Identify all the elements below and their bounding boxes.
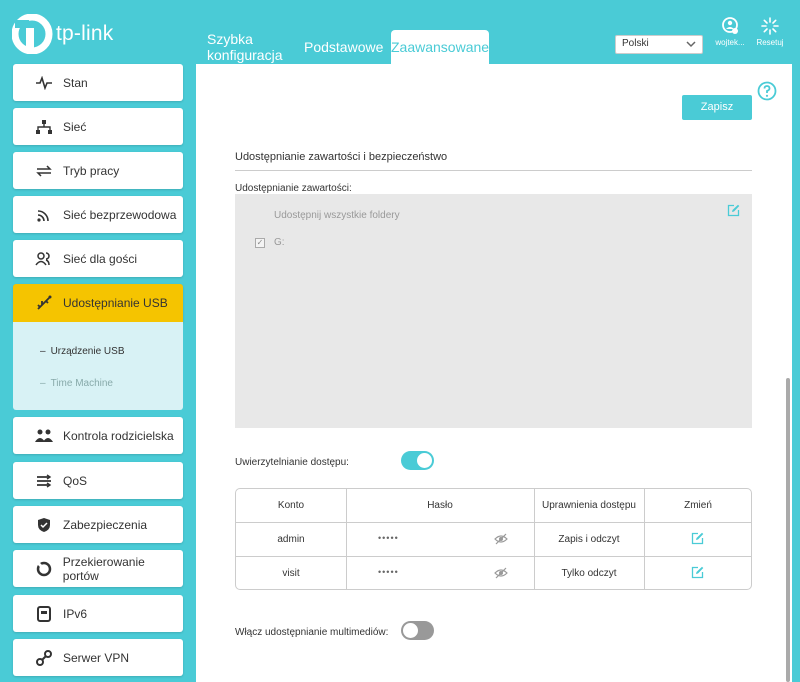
sidebar-item-qos[interactable]: QoS (13, 462, 183, 499)
save-button[interactable]: Zapisz (682, 95, 752, 120)
row2-access: Tylko odczyt (561, 568, 617, 579)
row2-account: visit (282, 568, 300, 579)
subitem-label: Urządzenie USB (50, 346, 125, 357)
sidebar-item-label: Sieć bezprzewodowa (63, 207, 177, 222)
section-title: Udostępnianie zawartości i bezpieczeństw… (235, 151, 448, 163)
sidebar-item-label: Tryb pracy (63, 163, 120, 178)
row1-account: admin (277, 534, 305, 545)
edit-icon[interactable] (727, 204, 740, 217)
sidebar-item-label: Przekierowanie portów (62, 554, 145, 583)
sidebar-item-guest-network[interactable]: Sieć dla gości (13, 240, 183, 277)
tab-advanced[interactable]: Zaawansowane (391, 30, 489, 64)
vpn-icon (33, 647, 55, 669)
sidebar-subitem-time-machine[interactable]: – Time Machine (40, 378, 113, 389)
sidebar-item-label: Zabezpieczenia (63, 517, 148, 532)
network-icon (33, 116, 55, 138)
pulse-icon (33, 72, 55, 94)
guests-icon (33, 248, 55, 270)
reset-icon (761, 17, 779, 35)
edit-icon[interactable] (691, 566, 704, 579)
row2-password: ••••• (378, 567, 399, 577)
qos-icon (33, 470, 55, 492)
sidebar-item-usb-sharing[interactable]: Udostępnianie USB (13, 284, 183, 322)
content-sharing-label: Udostępnianie zawartości: (235, 183, 352, 194)
language-value: Polski (622, 38, 649, 49)
tab-quick-setup[interactable]: Szybka konfiguracja (207, 31, 287, 63)
reset-label: Resetuj (756, 38, 784, 47)
scrollbar[interactable] (786, 378, 790, 682)
usb-icon (33, 292, 55, 314)
tab-basic[interactable]: Podstawowe (304, 39, 383, 55)
header-edit: Zmień (684, 500, 712, 511)
drive-checkbox[interactable]: ✓ (255, 238, 265, 248)
media-sharing-toggle[interactable] (401, 621, 434, 640)
header-password: Hasło (427, 500, 453, 511)
shared-folders-box (235, 194, 752, 428)
sidebar-item-label: Sieć dla gości (63, 251, 138, 266)
sidebar-item-label: IPv6 (63, 606, 88, 621)
help-icon[interactable] (757, 81, 777, 101)
forward-icon (33, 558, 55, 580)
auth-label: Uwierzytelnianie dostępu: (235, 457, 349, 468)
sidebar-item-wireless[interactable]: Sieć bezprzewodowa (13, 196, 183, 233)
user-account-button[interactable]: wojtek... (710, 16, 750, 47)
sidebar-item-label: Serwer VPN (63, 650, 130, 665)
parental-icon (33, 425, 55, 447)
sidebar-item-label: Kontrola rodzicielska (63, 428, 174, 443)
sidebar-item-label: Udostępnianie USB (63, 296, 168, 310)
sidebar-item-label: QoS (63, 473, 88, 488)
row1-password: ••••• (378, 533, 399, 543)
chevron-down-icon (686, 41, 696, 48)
language-select[interactable]: Polski (615, 35, 703, 54)
sidebar-item-status[interactable]: Stan (13, 64, 183, 101)
share-all-folders-option[interactable]: Udostępnij wszystkie foldery (274, 210, 400, 221)
sidebar-item-network[interactable]: Sieć (13, 108, 183, 145)
ipv6-icon (33, 603, 55, 625)
header-access: Uprawnienia dostępu (542, 500, 636, 511)
reset-button[interactable]: Resetuj (750, 16, 790, 47)
swap-icon (33, 160, 55, 182)
media-sharing-label: Włącz udostępnianie multimediów: (235, 627, 389, 638)
user-label: wojtek... (715, 38, 745, 47)
user-cloud-icon (722, 17, 738, 34)
usb-submenu (13, 322, 183, 410)
auth-toggle[interactable] (401, 451, 434, 470)
brand-name: tp-link (56, 22, 114, 45)
section-divider (235, 170, 752, 171)
sidebar-item-label: Stan (63, 75, 88, 90)
accounts-table: Konto Hasło Uprawnienia dostępu Zmień ad… (235, 488, 752, 590)
sidebar-item-vpn-server[interactable]: Serwer VPN (13, 639, 183, 676)
eye-off-icon[interactable] (494, 567, 508, 579)
sidebar-item-ipv6[interactable]: IPv6 (13, 595, 183, 632)
shield-icon (33, 514, 55, 536)
sidebar-subitem-usb-device[interactable]: – Urządzenie USB (40, 346, 124, 357)
wifi-icon (33, 204, 55, 226)
top-header: tp-link Szybka konfiguracja Podstawowe Z… (0, 0, 800, 64)
sidebar-item-label: Sieć (63, 119, 87, 134)
edit-icon[interactable] (691, 532, 704, 545)
eye-off-icon[interactable] (494, 533, 508, 545)
header-account: Konto (277, 500, 305, 511)
sidebar-item-parental-control[interactable]: Kontrola rodzicielska (13, 417, 183, 454)
drive-label: G: (274, 237, 285, 248)
sidebar-item-port-forwarding[interactable]: Przekierowanie portów (13, 550, 183, 587)
subitem-label: Time Machine (50, 378, 113, 389)
sidebar-item-security[interactable]: Zabezpieczenia (13, 506, 183, 543)
row1-access: Zapis i odczyt (558, 534, 620, 545)
sidebar-item-operation-mode[interactable]: Tryb pracy (13, 152, 183, 189)
